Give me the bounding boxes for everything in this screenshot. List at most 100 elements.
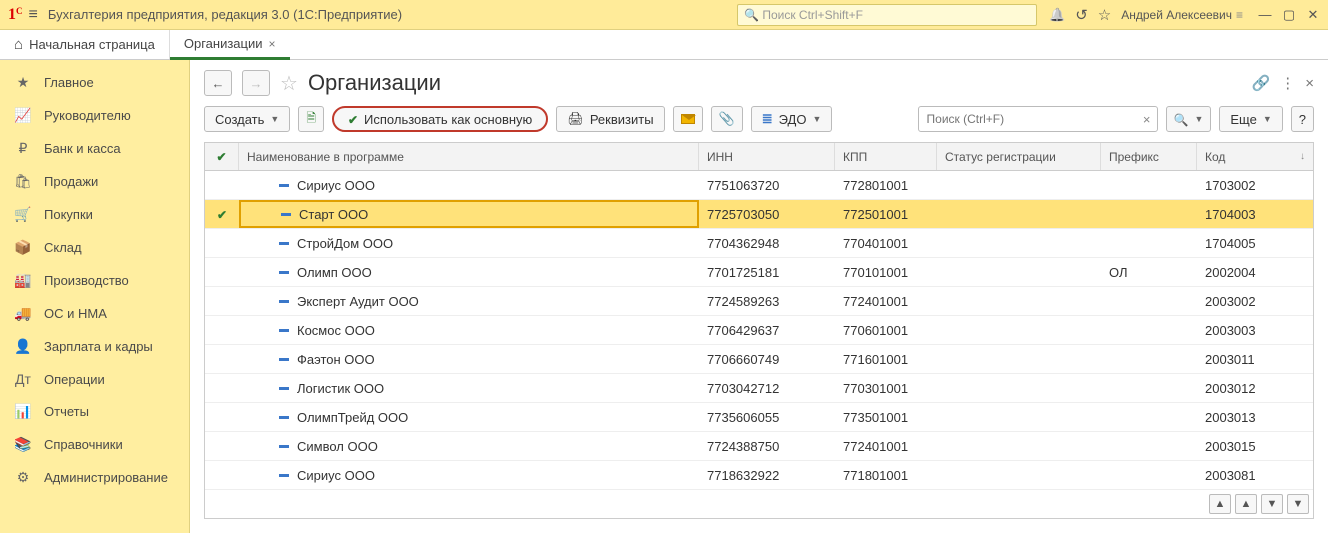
chevron-down-icon: ▼ — [270, 114, 279, 124]
sidebar-item[interactable]: ⚙Администрирование — [0, 461, 189, 494]
requisites-button[interactable]: Реквизиты — [556, 106, 664, 132]
clear-search-icon[interactable]: × — [1137, 112, 1157, 127]
window-minimize[interactable]: — — [1258, 7, 1272, 22]
window-close[interactable]: ✕ — [1306, 7, 1320, 23]
attachment-icon — [719, 111, 735, 127]
nav-forward-button[interactable]: → — [242, 70, 270, 96]
row-inn: 7735606055 — [699, 410, 835, 425]
row-name: Логистик ООО — [297, 381, 384, 396]
sidebar-item[interactable]: 👤Зарплата и кадры — [0, 330, 189, 363]
row-kpp: 770401001 — [835, 236, 937, 251]
content-area: ← → ☆ Организации × Создать ▼ Использова… — [190, 60, 1328, 533]
link-icon[interactable] — [1252, 74, 1271, 92]
table-row[interactable]: ОлимпТрейд ООО 7735606055 773501001 2003… — [205, 403, 1313, 432]
table-row[interactable]: Космос ООО 7706429637 770601001 2003003 — [205, 316, 1313, 345]
tab-close-icon[interactable]: × — [269, 37, 276, 51]
sidebar-item-label: Администрирование — [44, 470, 168, 485]
main-menu-button[interactable]: ≡ — [29, 6, 38, 24]
row-kpp: 772401001 — [835, 439, 937, 454]
col-code[interactable]: Код ↓ — [1197, 143, 1313, 170]
printer-icon — [567, 111, 584, 127]
col-prefix[interactable]: Префикс — [1101, 143, 1197, 170]
col-status[interactable]: Статус регистрации — [937, 143, 1101, 170]
table-row[interactable]: Старт ООО 7725703050 772501001 1704003 — [205, 200, 1313, 229]
org-icon — [279, 271, 289, 274]
sidebar-item[interactable]: ДтОперации — [0, 363, 189, 395]
col-inn[interactable]: ИНН — [699, 143, 835, 170]
sidebar-icon: 🚚 — [14, 305, 32, 322]
sidebar-item[interactable]: 📦Склад — [0, 231, 189, 264]
window-maximize[interactable]: ▢ — [1282, 7, 1296, 23]
col-kpp[interactable]: КПП — [835, 143, 937, 170]
close-page-icon[interactable]: × — [1305, 75, 1314, 92]
sidebar-item[interactable]: 📈Руководителю — [0, 99, 189, 132]
sidebar-item-label: Производство — [44, 273, 129, 288]
row-name-cell: Старт ООО — [239, 200, 699, 228]
row-code: 1704003 — [1197, 207, 1313, 222]
use-as-main-button[interactable]: Использовать как основную — [332, 106, 548, 132]
global-search[interactable]: Поиск Ctrl+Shift+F — [737, 4, 1037, 26]
table-row[interactable]: Эксперт Аудит ООО 7724589263 772401001 2… — [205, 287, 1313, 316]
col-name[interactable]: Наименование в программе — [239, 143, 699, 170]
table-row[interactable]: Сириус ООО 7718632922 771801001 2003081 — [205, 461, 1313, 490]
sidebar-item[interactable]: ★Главное — [0, 66, 189, 99]
sidebar-item[interactable]: 📚Справочники — [0, 428, 189, 461]
grid-down-button[interactable]: ▼ — [1261, 494, 1283, 514]
chevron-down-icon: ▼ — [1194, 114, 1203, 124]
nav-back-button[interactable]: ← — [204, 70, 232, 96]
row-inn: 7706429637 — [699, 323, 835, 338]
favorite-toggle[interactable]: ☆ — [280, 71, 298, 96]
table-search[interactable]: × — [918, 106, 1158, 132]
sidebar-item[interactable]: 🛍Продажи — [0, 165, 189, 198]
tab-home[interactable]: Начальная страница — [0, 30, 170, 59]
sidebar-item[interactable]: 🚚ОС и НМА — [0, 297, 189, 330]
row-inn: 7718632922 — [699, 468, 835, 483]
sidebar-item-label: Главное — [44, 75, 94, 90]
table-row[interactable]: СтройДом ООО 7704362948 770401001 170400… — [205, 229, 1313, 258]
help-button[interactable]: ? — [1291, 106, 1314, 132]
more-button[interactable]: Еще ▼ — [1219, 106, 1282, 132]
more-menu-icon[interactable] — [1280, 74, 1295, 92]
attach-button[interactable] — [711, 106, 743, 132]
row-code: 2003012 — [1197, 381, 1313, 396]
grid-up-button[interactable]: ▲ — [1235, 494, 1257, 514]
org-icon — [279, 358, 289, 361]
sidebar-item[interactable]: ₽Банк и касса — [0, 132, 189, 165]
row-name-cell: СтройДом ООО — [239, 236, 699, 251]
row-name-cell: Космос ООО — [239, 323, 699, 338]
edo-button[interactable]: ЭДО ▼ — [751, 106, 833, 132]
col-check[interactable] — [205, 143, 239, 170]
table-row[interactable]: Фаэтон ООО 7706660749 771601001 2003011 — [205, 345, 1313, 374]
user-menu[interactable]: Андрей Алексеевич — [1121, 8, 1248, 22]
sidebar-item-label: Банк и касса — [44, 141, 121, 156]
sidebar-item-label: Операции — [44, 372, 105, 387]
sidebar-item[interactable]: 🏭Производство — [0, 264, 189, 297]
row-code: 2003003 — [1197, 323, 1313, 338]
row-inn: 7724589263 — [699, 294, 835, 309]
table-search-input[interactable] — [919, 112, 1137, 126]
table-row[interactable]: Логистик ООО 7703042712 770301001 200301… — [205, 374, 1313, 403]
tab-organizations[interactable]: Организации × — [170, 30, 290, 60]
sidebar-item[interactable]: 🛒Покупки — [0, 198, 189, 231]
mail-icon — [681, 114, 695, 124]
mail-button[interactable] — [673, 106, 703, 132]
create-button[interactable]: Создать ▼ — [204, 106, 290, 132]
sidebar-item-label: Отчеты — [44, 404, 89, 419]
grid-first-button[interactable]: ▲ — [1209, 494, 1231, 514]
advanced-search-button[interactable]: ▼ — [1166, 106, 1212, 132]
row-code: 2003081 — [1197, 468, 1313, 483]
table-row[interactable]: Олимп ООО 7701725181 770101001 ОЛ 200200… — [205, 258, 1313, 287]
tab-home-label: Начальная страница — [29, 37, 155, 52]
row-name: Эксперт Аудит ООО — [297, 294, 419, 309]
favorites-icon[interactable] — [1098, 6, 1111, 24]
grid-last-button[interactable]: ▼ — [1287, 494, 1309, 514]
history-icon[interactable] — [1075, 6, 1088, 24]
tab-organizations-label: Организации — [184, 36, 263, 51]
table-row[interactable]: Символ ООО 7724388750 772401001 2003015 — [205, 432, 1313, 461]
copy-button[interactable] — [298, 106, 324, 132]
notifications-icon[interactable] — [1049, 7, 1065, 23]
sidebar-item[interactable]: 📊Отчеты — [0, 395, 189, 428]
app-topbar: 1C ≡ Бухгалтерия предприятия, редакция 3… — [0, 0, 1328, 30]
table-row[interactable]: Сириус ООО 7751063720 772801001 1703002 — [205, 171, 1313, 200]
row-name: Олимп ООО — [297, 265, 372, 280]
